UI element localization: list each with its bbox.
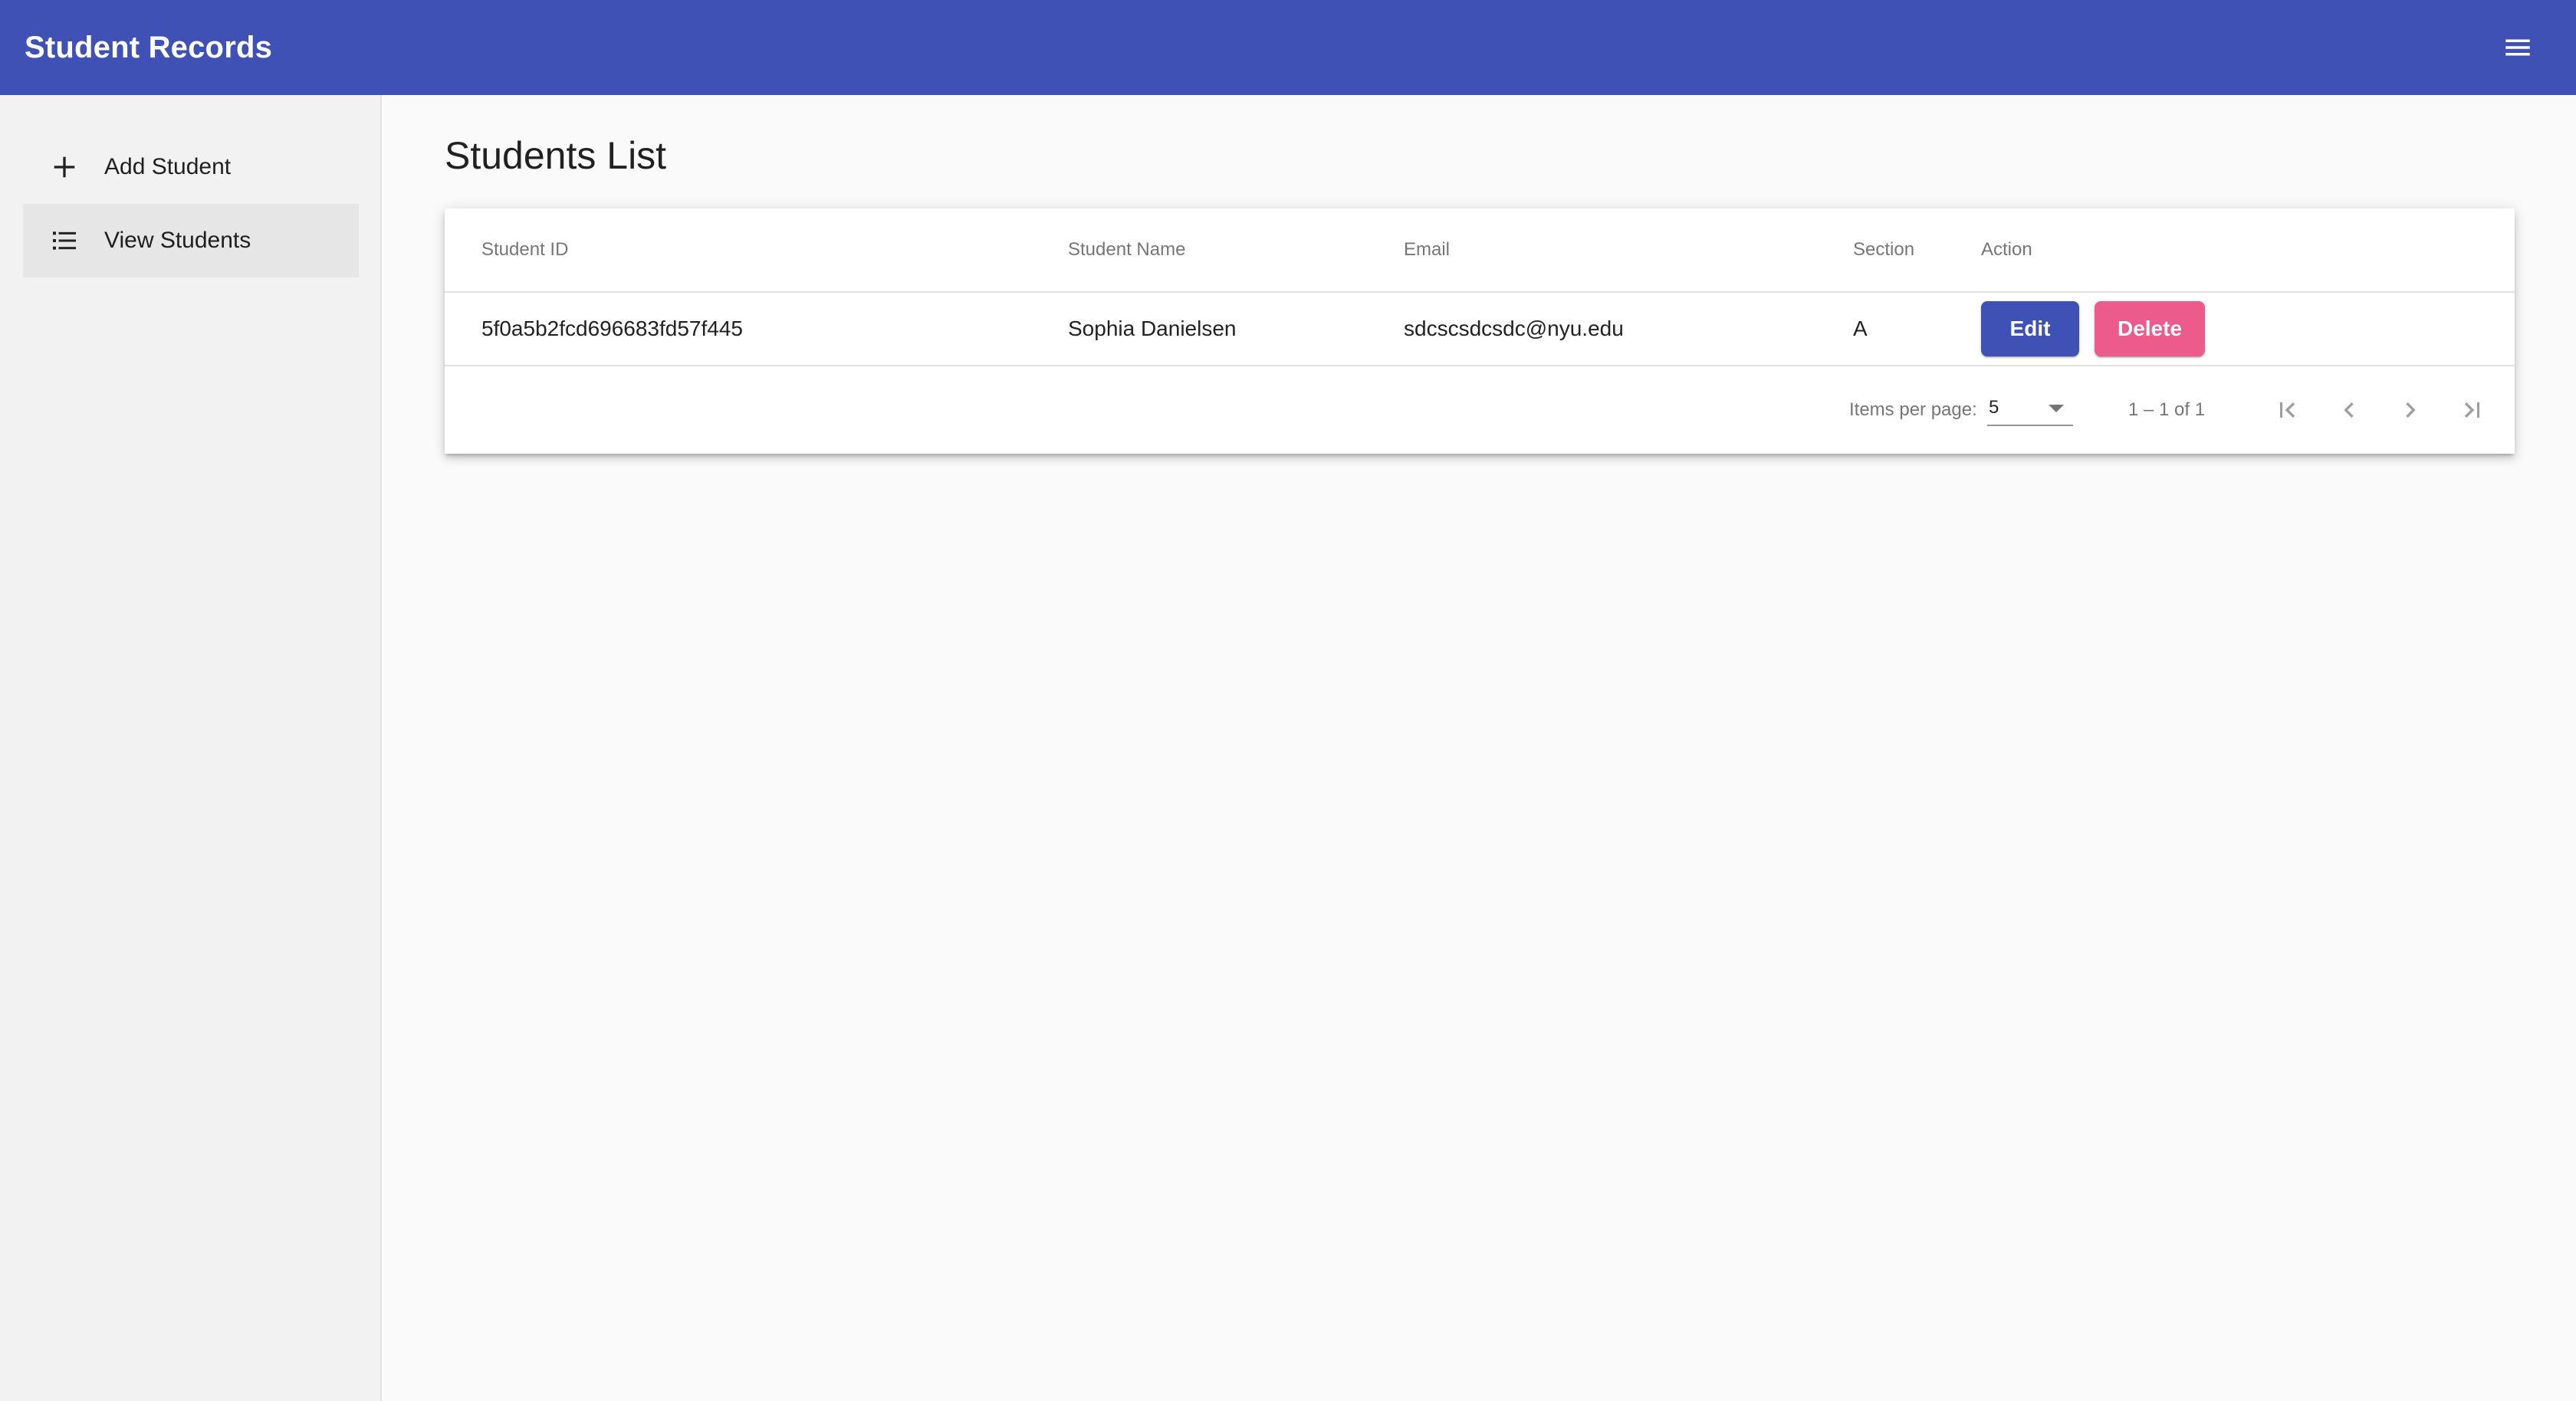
sidebar-item-label: Add Student <box>104 154 232 179</box>
students-table-card: Student ID Student Name Email Section Ac… <box>445 208 2515 454</box>
action-cell: Edit Delete <box>1981 293 2205 365</box>
app-title: Student Records <box>25 30 273 64</box>
table-header-row: Student ID Student Name Email Section Ac… <box>445 208 2515 293</box>
email-cell: sdcscsdcsdc@nyu.edu <box>1404 317 1624 340</box>
dropdown-arrow-icon <box>2049 405 2064 412</box>
chevron-left-icon <box>2344 402 2354 418</box>
app-toolbar: Student Records <box>0 0 2576 95</box>
last-page-icon <box>2464 402 2479 418</box>
student-id-cell: 5f0a5b2fcd696683fd57f445 <box>481 317 743 340</box>
chevron-right-icon <box>2406 402 2416 418</box>
column-header-action: Action <box>1981 239 2032 260</box>
menu-icon <box>2505 39 2530 56</box>
table-row: 5f0a5b2fcd696683fd57f445 Sophia Danielse… <box>445 293 2515 366</box>
edit-button[interactable]: Edit <box>1981 301 2079 356</box>
plus-icon <box>49 152 80 182</box>
items-per-page-select[interactable]: 5 <box>1987 394 2073 426</box>
items-per-page-label: Items per page: <box>1849 399 1977 420</box>
sidenav: Add Student View Students <box>0 95 382 1401</box>
previous-page-button[interactable] <box>2325 386 2374 435</box>
list-icon <box>49 225 80 256</box>
sidebar-item-view-students[interactable]: View Students <box>23 204 359 277</box>
delete-button[interactable]: Delete <box>2095 301 2205 356</box>
items-per-page-value: 5 <box>1989 397 1999 418</box>
first-page-button[interactable] <box>2263 386 2312 435</box>
next-page-button[interactable] <box>2386 386 2435 435</box>
sidebar-item-label: View Students <box>104 228 251 253</box>
first-page-icon <box>2280 402 2295 418</box>
column-header-student-id[interactable]: Student ID <box>481 208 568 291</box>
column-header-student-name[interactable]: Student Name <box>1068 208 1185 291</box>
student-name-cell: Sophia Danielsen <box>1068 317 1237 340</box>
section-cell: A <box>1853 317 1868 340</box>
sidebar-item-add-student[interactable]: Add Student <box>23 130 359 204</box>
page-title: Students List <box>445 134 667 177</box>
page-range-label: 1 – 1 of 1 <box>2128 399 2206 420</box>
paginator: Items per page: 5 1 – 1 of 1 <box>445 366 2515 454</box>
column-header-section[interactable]: Section <box>1853 208 1914 291</box>
column-header-email[interactable]: Email <box>1404 208 1450 291</box>
last-page-button[interactable] <box>2447 386 2496 435</box>
menu-button[interactable] <box>2493 23 2542 72</box>
